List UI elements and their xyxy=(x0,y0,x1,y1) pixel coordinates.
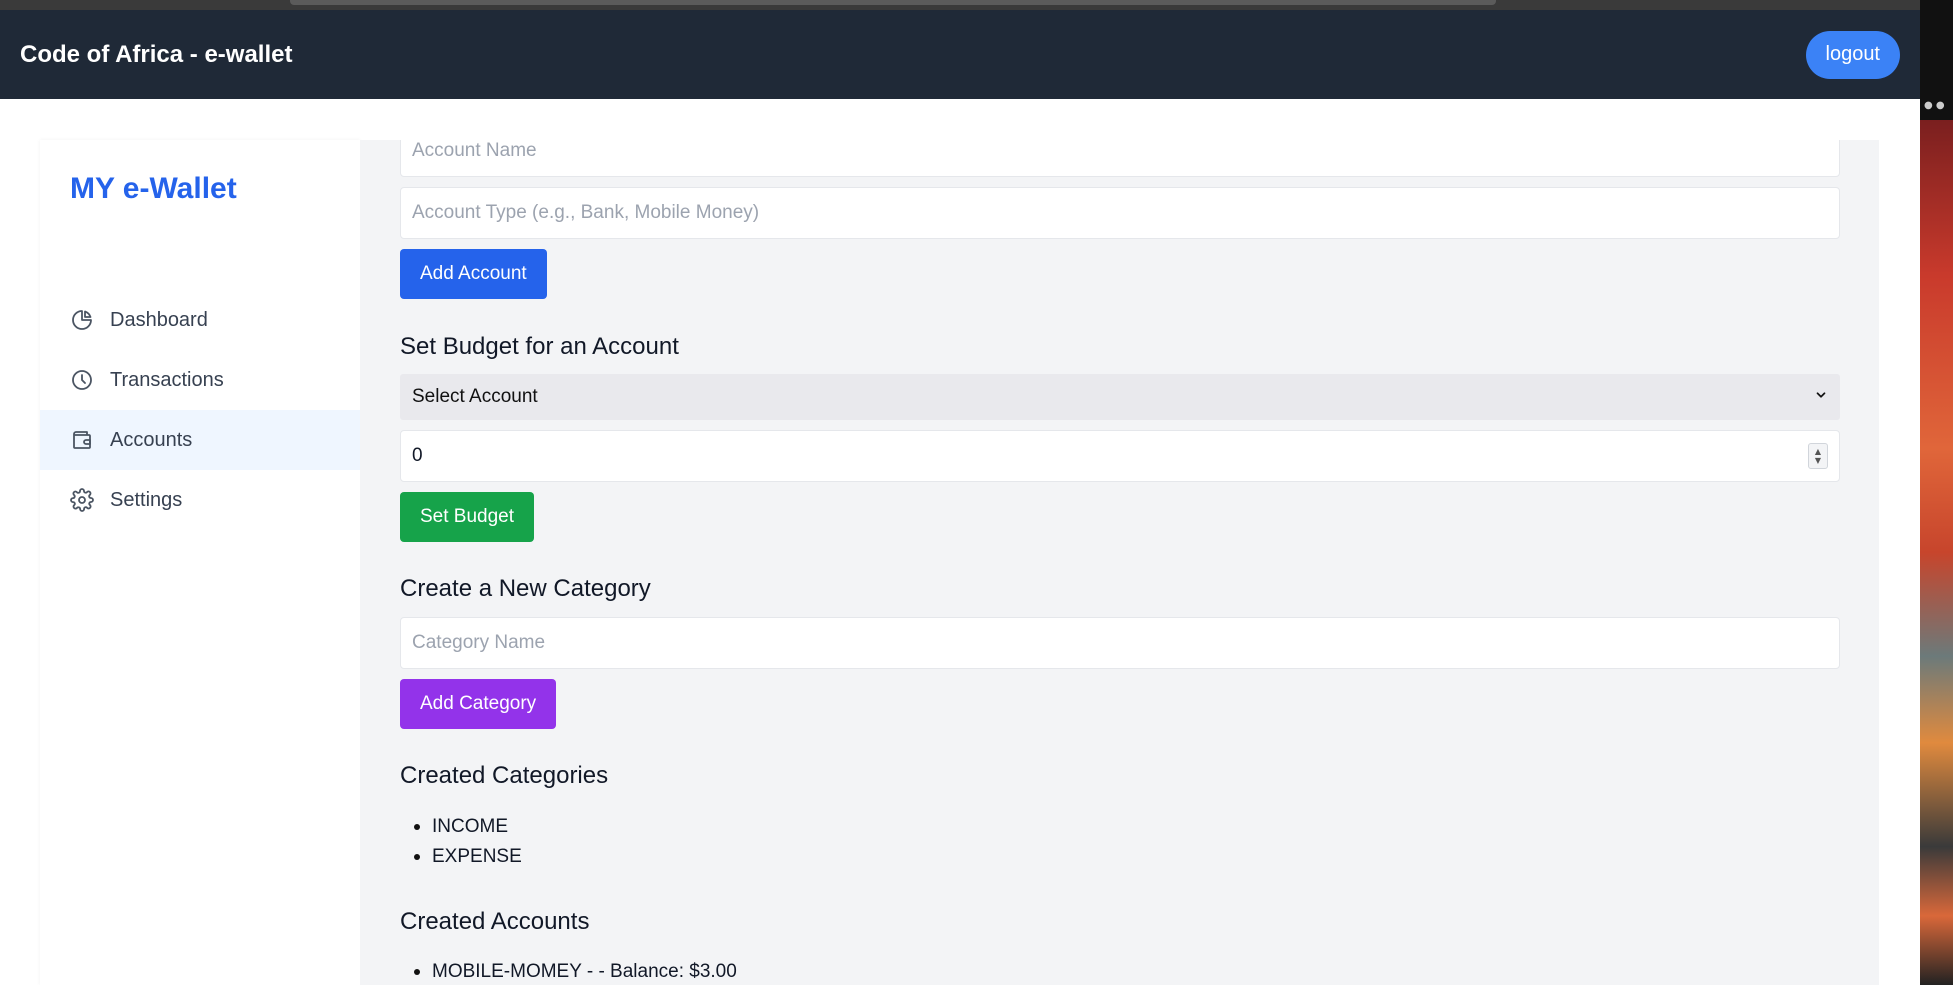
logout-button[interactable]: logout xyxy=(1805,30,1900,79)
created-accounts-title: Created Accounts xyxy=(400,908,590,935)
sidebar-item-label: Settings xyxy=(110,488,183,511)
pie-chart-icon xyxy=(70,308,94,332)
budget-amount-input[interactable]: 0 ▲ ▼ xyxy=(400,430,1840,482)
sidebar-brand: MY e-Wallet xyxy=(70,172,237,205)
set-budget-button[interactable]: Set Budget xyxy=(400,492,535,542)
bullet-icon xyxy=(414,969,420,975)
chevron-down-icon xyxy=(1814,386,1828,408)
categories-list: INCOME EXPENSE xyxy=(400,812,522,872)
account-name-input[interactable] xyxy=(400,140,1840,177)
main-content: Add Account Set Budget for an Account Se… xyxy=(360,140,1879,985)
more-dots-icon: ● ● xyxy=(1924,100,1945,111)
sidebar-item-label: Dashboard xyxy=(110,308,208,331)
created-categories-title: Created Categories xyxy=(400,762,609,789)
category-label: INCOME xyxy=(432,816,508,837)
number-spinner-icon[interactable]: ▲ ▼ xyxy=(1808,443,1828,469)
browser-top-strip xyxy=(0,0,1920,10)
sidebar: MY e-Wallet Dashboard Transactions Accou… xyxy=(40,140,360,985)
add-category-button[interactable]: Add Category xyxy=(400,679,557,729)
app-title: Code of Africa - e-wallet xyxy=(20,40,293,68)
list-item: MOBILE-MOMEY - - Balance: $3.00 xyxy=(400,957,737,985)
sidebar-nav: Dashboard Transactions Accounts Settings xyxy=(40,290,360,530)
bullet-icon xyxy=(414,854,420,860)
budget-section-title: Set Budget for an Account xyxy=(400,333,679,360)
wallpaper-strip xyxy=(1920,120,1953,985)
account-select[interactable]: Select Account xyxy=(400,374,1840,420)
sidebar-item-accounts[interactable]: Accounts xyxy=(40,410,360,470)
accounts-list: MOBILE-MOMEY - - Balance: $3.00 xyxy=(400,957,737,985)
wallet-icon xyxy=(70,428,94,452)
gear-icon xyxy=(70,488,94,512)
category-label: EXPENSE xyxy=(432,846,522,867)
sidebar-item-dashboard[interactable]: Dashboard xyxy=(40,290,360,350)
category-section-title: Create a New Category xyxy=(400,575,651,602)
budget-amount-value: 0 xyxy=(412,445,423,466)
bullet-icon xyxy=(414,824,420,830)
sidebar-item-label: Transactions xyxy=(110,368,224,391)
account-select-value: Select Account xyxy=(412,386,538,407)
add-account-button[interactable]: Add Account xyxy=(400,249,547,299)
account-type-input[interactable] xyxy=(400,187,1840,239)
sidebar-item-label: Accounts xyxy=(110,428,193,451)
desktop-background: ● ● xyxy=(1920,0,1953,985)
list-item: INCOME xyxy=(400,812,522,842)
browser-scroll-indicator xyxy=(290,0,1496,5)
clock-icon xyxy=(70,368,94,392)
app-header: Code of Africa - e-wallet logout xyxy=(0,10,1920,99)
list-item: EXPENSE xyxy=(400,842,522,872)
sidebar-item-settings[interactable]: Settings xyxy=(40,470,360,530)
account-label: MOBILE-MOMEY - - Balance: $3.00 xyxy=(432,961,737,982)
sidebar-item-transactions[interactable]: Transactions xyxy=(40,350,360,410)
category-name-input[interactable] xyxy=(400,617,1840,669)
